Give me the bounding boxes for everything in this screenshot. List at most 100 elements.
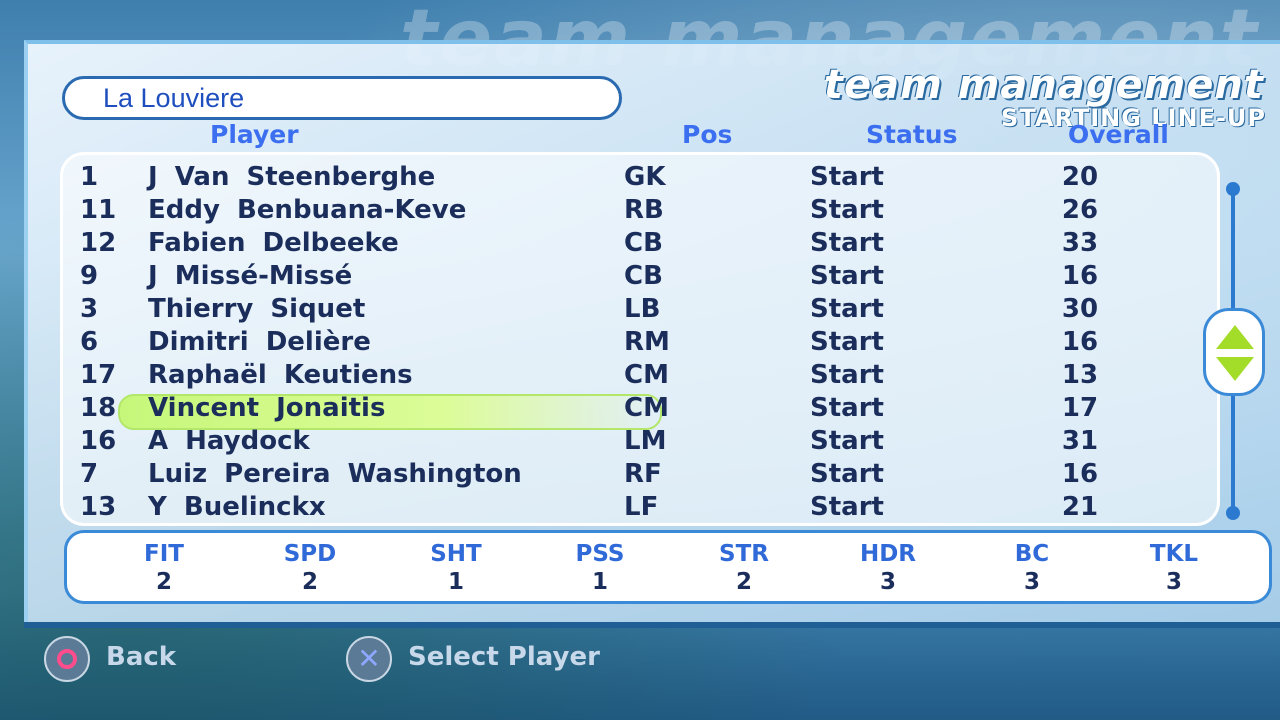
player-name: Fabien Delbeeke [148, 228, 399, 258]
stat-value: 3 [1023, 569, 1040, 595]
player-overall: 20 [1061, 162, 1099, 192]
table-row[interactable]: 11 Eddy Benbuana-Keve RB Start 26 [0, 195, 1180, 228]
stat-hdr: HDR 3 [843, 541, 933, 595]
stat-label: STR [719, 541, 769, 567]
player-status: Start [810, 228, 884, 258]
player-name: A Haydock [148, 426, 310, 456]
stat-value: 1 [447, 569, 464, 595]
player-num: 12 [80, 228, 117, 258]
table-row[interactable]: 13 Y Buelinckx LF Start 21 [0, 492, 1180, 525]
player-pos: CB [624, 261, 663, 291]
player-status: Start [810, 195, 884, 225]
player-overall: 26 [1061, 195, 1099, 225]
player-name: J Van Steenberghe [148, 162, 436, 192]
team-name: La Louviere [103, 83, 245, 113]
player-overall: 33 [1061, 228, 1099, 258]
player-name: Eddy Benbuana-Keve [148, 195, 467, 225]
circle-button-icon [44, 636, 90, 682]
player-status: Start [810, 492, 884, 522]
player-pos: CM [624, 393, 669, 423]
table-row[interactable]: 18 Vincent Jonaitis CM Start 17 [0, 393, 1180, 426]
table-row[interactable]: 9 J Missé-Missé CB Start 16 [0, 261, 1180, 294]
table-row[interactable]: 16 A Haydock LM Start 31 [0, 426, 1180, 459]
player-overall: 16 [1061, 327, 1099, 357]
player-status: Start [810, 294, 884, 324]
stat-str: STR 2 [699, 541, 789, 595]
player-overall: 21 [1061, 492, 1099, 522]
arrow-down-icon[interactable] [1216, 357, 1254, 381]
player-num: 1 [80, 162, 99, 192]
stat-spd: SPD 2 [265, 541, 355, 595]
table-row[interactable]: 1 J Van Steenberghe GK Start 20 [0, 162, 1180, 195]
stat-label: PSS [575, 541, 625, 567]
player-status: Start [810, 360, 884, 390]
stat-fit: FIT 2 [119, 541, 209, 595]
player-num: 7 [80, 459, 99, 489]
column-header-player: Player [210, 120, 299, 149]
stat-label: FIT [144, 541, 184, 567]
stat-tkl: TKL 3 [1129, 541, 1219, 595]
player-overall: 13 [1061, 360, 1099, 390]
stat-sht: SHT 1 [411, 541, 501, 595]
player-name: Raphaël Keutiens [148, 360, 413, 390]
back-label: Back [106, 642, 177, 672]
player-num: 17 [80, 360, 117, 390]
player-pos: RF [624, 459, 662, 489]
stat-label: BC [1014, 541, 1050, 567]
stat-bc: BC 3 [987, 541, 1077, 595]
player-stats-bar: FIT 2 SPD 2 SHT 1 PSS 1 STR 2 HDR 3 BC 3 TKL 3 [64, 530, 1272, 604]
scrollbar-bottom-cap [1226, 506, 1240, 520]
column-header-pos: Pos [682, 120, 733, 149]
column-header-status: Status [866, 120, 958, 149]
arrow-up-icon[interactable] [1216, 325, 1254, 349]
player-name: Luiz Pereira Washington [148, 459, 522, 489]
player-name: Thierry Siquet [148, 294, 366, 324]
player-overall: 16 [1061, 459, 1099, 489]
player-overall: 30 [1061, 294, 1099, 324]
player-num: 11 [80, 195, 117, 225]
player-pos: LF [624, 492, 659, 522]
column-header-overall: Overall [1068, 120, 1169, 149]
player-num: 3 [80, 294, 99, 324]
table-row[interactable]: 6 Dimitri Delière RM Start 16 [0, 327, 1180, 360]
table-row[interactable]: 7 Luiz Pereira Washington RF Start 16 [0, 459, 1180, 492]
stat-label: HDR [859, 541, 917, 567]
player-num: 6 [80, 327, 99, 357]
player-overall: 16 [1061, 261, 1099, 291]
player-num: 9 [80, 261, 99, 291]
player-num: 13 [80, 492, 117, 522]
stat-value: 2 [301, 569, 318, 595]
table-row[interactable]: 3 Thierry Siquet LB Start 30 [0, 294, 1180, 327]
player-num: 16 [80, 426, 117, 456]
table-row[interactable]: 17 Raphaël Keutiens CM Start 13 [0, 360, 1180, 393]
player-pos: LB [624, 294, 661, 324]
player-pos: RM [624, 327, 670, 357]
player-overall: 17 [1061, 393, 1099, 423]
scroll-arrows-button[interactable] [1203, 308, 1265, 396]
player-status: Start [810, 459, 884, 489]
player-status: Start [810, 327, 884, 357]
player-name: Y Buelinckx [148, 492, 326, 522]
player-status: Start [810, 261, 884, 291]
player-num: 18 [80, 393, 117, 423]
stat-value: 2 [735, 569, 752, 595]
stat-label: TKL [1149, 541, 1199, 567]
stat-value: 2 [155, 569, 172, 595]
page-title: team management [823, 62, 1264, 108]
team-name-pill: La Louviere [62, 76, 622, 120]
player-pos: CM [624, 360, 669, 390]
stat-label: SPD [283, 541, 337, 567]
player-name: Dimitri Delière [148, 327, 371, 357]
stat-value: 3 [1165, 569, 1182, 595]
player-pos: LM [624, 426, 667, 456]
player-status: Start [810, 393, 884, 423]
stat-label: SHT [430, 541, 482, 567]
player-overall: 31 [1061, 426, 1099, 456]
table-row[interactable]: 12 Fabien Delbeeke CB Start 33 [0, 228, 1180, 261]
player-pos: CB [624, 228, 663, 258]
select-player-label: Select Player [408, 642, 600, 672]
stat-value: 1 [591, 569, 608, 595]
stat-value: 3 [879, 569, 896, 595]
cross-button-icon: ✕ [346, 636, 392, 682]
scrollbar-top-cap [1226, 182, 1240, 196]
